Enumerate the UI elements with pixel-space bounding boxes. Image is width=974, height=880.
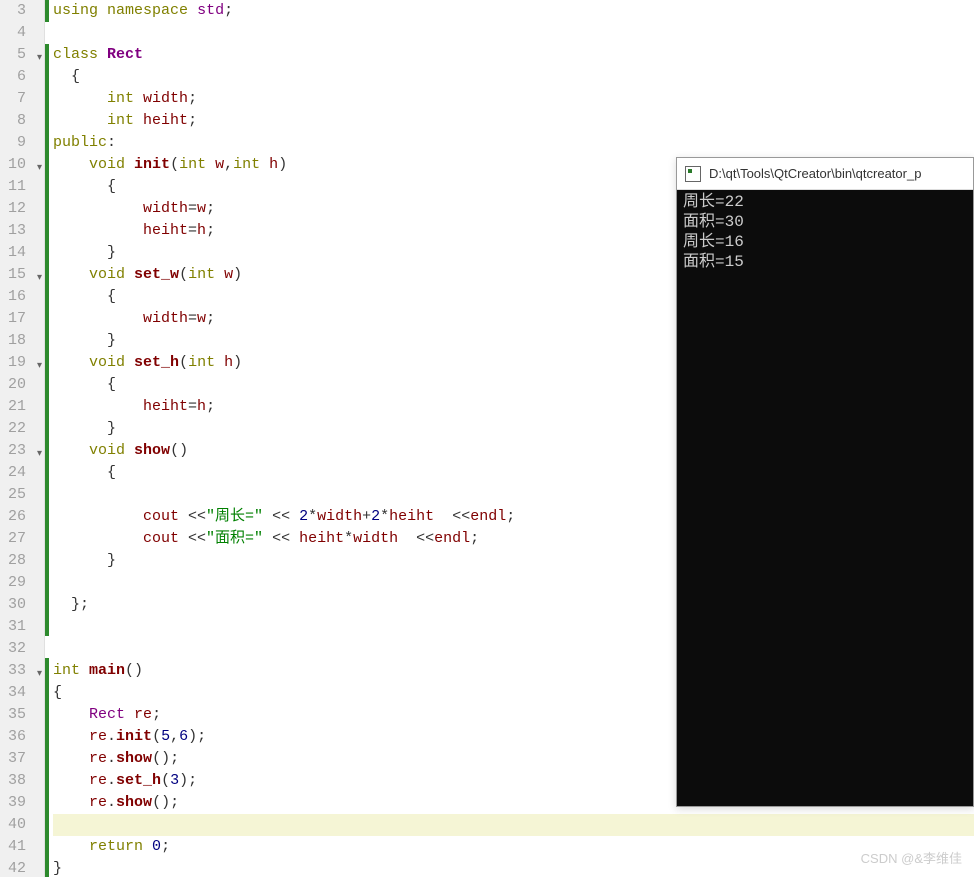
code-line[interactable]: using namespace std; bbox=[53, 0, 974, 22]
line-number: 10▾ bbox=[0, 154, 44, 176]
line-number: 20 bbox=[0, 374, 44, 396]
line-number: 30 bbox=[0, 594, 44, 616]
line-number: 18 bbox=[0, 330, 44, 352]
line-number: 39 bbox=[0, 792, 44, 814]
code-line[interactable]: int width; bbox=[53, 88, 974, 110]
app-icon bbox=[685, 166, 701, 182]
console-titlebar[interactable]: D:\qt\Tools\QtCreator\bin\qtcreator_p bbox=[677, 158, 973, 190]
code-line[interactable]: class Rect bbox=[53, 44, 974, 66]
line-number: 13 bbox=[0, 220, 44, 242]
line-number: 32 bbox=[0, 638, 44, 660]
code-line[interactable] bbox=[53, 814, 974, 836]
line-number: 14 bbox=[0, 242, 44, 264]
code-line[interactable]: int heiht; bbox=[53, 110, 974, 132]
line-number: 37 bbox=[0, 748, 44, 770]
console-line: 面积=15 bbox=[683, 252, 967, 272]
console-line: 面积=30 bbox=[683, 212, 967, 232]
line-number: 26 bbox=[0, 506, 44, 528]
line-number: 36 bbox=[0, 726, 44, 748]
code-line[interactable]: { bbox=[53, 66, 974, 88]
console-line: 周长=16 bbox=[683, 232, 967, 252]
code-line[interactable] bbox=[53, 22, 974, 44]
line-number: 12 bbox=[0, 198, 44, 220]
line-number: 6 bbox=[0, 66, 44, 88]
code-line[interactable]: return 0; bbox=[53, 836, 974, 858]
line-number: 16 bbox=[0, 286, 44, 308]
line-number: 3 bbox=[0, 0, 44, 22]
line-number: 21 bbox=[0, 396, 44, 418]
line-number: 17 bbox=[0, 308, 44, 330]
line-number: 25 bbox=[0, 484, 44, 506]
line-number: 8 bbox=[0, 110, 44, 132]
console-output[interactable]: 周长=22面积=30周长=16面积=15 bbox=[677, 190, 973, 806]
line-number: 7 bbox=[0, 88, 44, 110]
console-title: D:\qt\Tools\QtCreator\bin\qtcreator_p bbox=[709, 166, 921, 181]
code-line[interactable]: public: bbox=[53, 132, 974, 154]
watermark: CSDN @&李维佳 bbox=[861, 848, 962, 867]
line-number: 4 bbox=[0, 22, 44, 44]
console-window: D:\qt\Tools\QtCreator\bin\qtcreator_p 周长… bbox=[676, 157, 974, 807]
line-number: 5▾ bbox=[0, 44, 44, 66]
line-number: 24 bbox=[0, 462, 44, 484]
line-number: 22 bbox=[0, 418, 44, 440]
line-number: 15▾ bbox=[0, 264, 44, 286]
line-number: 41 bbox=[0, 836, 44, 858]
console-line: 周长=22 bbox=[683, 192, 967, 212]
line-number: 33▾ bbox=[0, 660, 44, 682]
line-number: 27 bbox=[0, 528, 44, 550]
line-number: 28 bbox=[0, 550, 44, 572]
line-number-gutter: 345▾678910▾1112131415▾16171819▾20212223▾… bbox=[0, 0, 45, 877]
line-number: 23▾ bbox=[0, 440, 44, 462]
line-number: 9 bbox=[0, 132, 44, 154]
line-number: 35 bbox=[0, 704, 44, 726]
line-number: 19▾ bbox=[0, 352, 44, 374]
line-number: 40 bbox=[0, 814, 44, 836]
line-number: 11 bbox=[0, 176, 44, 198]
line-number: 34 bbox=[0, 682, 44, 704]
line-number: 29 bbox=[0, 572, 44, 594]
line-number: 31 bbox=[0, 616, 44, 638]
line-number: 38 bbox=[0, 770, 44, 792]
